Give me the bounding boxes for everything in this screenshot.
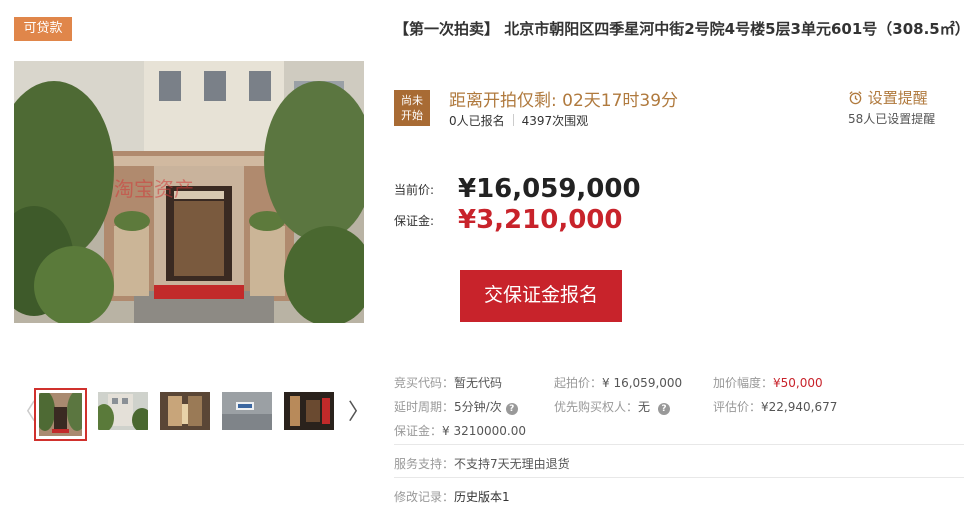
thumbnail-5[interactable] (284, 392, 334, 430)
service-support-value: 不支持7天无理由退货 (454, 457, 570, 471)
deposit-label: 保证金: (394, 213, 435, 228)
modification-history-label: 修改记录： (394, 490, 455, 504)
start-price-field: 起拍价：¥ 16,059,000 (554, 374, 682, 391)
history-version-link[interactable]: 历史版本1 (454, 490, 510, 504)
carousel-next-arrow-icon[interactable]: 〉 (348, 399, 370, 427)
deposit-row: 保证金: ¥3,210,000 (394, 205, 622, 235)
service-support-label: 服务支持： (394, 457, 455, 471)
assessed-price-value: ¥22,940,677 (761, 400, 838, 414)
thumbnail-3[interactable] (160, 392, 210, 430)
status-line-1: 尚未 (401, 94, 423, 107)
main-property-photo[interactable]: 淘宝资产 (14, 61, 364, 323)
countdown-timer: 距离开拍仅剩: 02天17时39分 (449, 91, 679, 111)
start-price-value: ¥ 16,059,000 (602, 376, 683, 390)
thumbnail-1[interactable] (34, 388, 87, 441)
assessed-price-field: 评估价：¥22,940,677 (713, 398, 837, 415)
deposit-detail-value: ¥ 3210000.00 (442, 424, 526, 438)
carousel-prev-arrow-icon[interactable]: 〈 (14, 399, 36, 427)
stats-divider (512, 114, 514, 126)
divider-1 (394, 444, 964, 445)
bid-code-field: 竞买代码：暂无代码 (394, 374, 502, 391)
view-count: 4397次围观 (521, 114, 589, 128)
priority-help-icon[interactable]: ? (658, 403, 671, 415)
alarm-clock-icon (848, 89, 868, 107)
bid-code-value: 暂无代码 (454, 376, 503, 390)
reminder-count: 58人已设置提醒 (848, 112, 936, 126)
current-price-value: ¥16,059,000 (458, 174, 641, 204)
modification-history-field: 修改记录：历史版本1 (394, 488, 510, 505)
increment-field: 加价幅度：¥50,000 (713, 374, 823, 391)
increment-value: ¥50,000 (773, 376, 823, 390)
divider-2 (394, 477, 964, 478)
pay-deposit-signup-button[interactable]: 交保证金报名 (460, 270, 622, 322)
auction-status-badge: 尚未 开始 (394, 90, 430, 126)
current-price-row: 当前价: ¥16,059,000 (394, 174, 641, 204)
delay-period-field: 延时周期：5分钟/次? (394, 398, 518, 415)
start-price-label: 起拍价： (554, 376, 603, 390)
bid-code-label: 竞买代码： (394, 376, 455, 390)
delay-help-icon[interactable]: ? (505, 403, 518, 415)
delay-period-label: 延时周期： (394, 400, 455, 414)
service-support-field: 服务支持：不支持7天无理由退货 (394, 455, 570, 472)
loan-available-badge: 可贷款 (14, 17, 72, 41)
set-reminder-label: 设置提醒 (867, 89, 928, 107)
increment-label: 加价幅度： (713, 376, 774, 390)
priority-buyer-value: 无 (638, 400, 651, 414)
thumbnail-4[interactable] (222, 392, 272, 430)
status-line-2: 开始 (401, 109, 423, 122)
thumbnail-carousel: 〈 〉 (14, 385, 370, 443)
thumbnail-2[interactable] (98, 392, 148, 430)
assessed-price-label: 评估价： (713, 400, 762, 414)
watermark-text: 淘宝资产 (114, 177, 194, 201)
auction-title: 【第一次拍卖】 北京市朝阳区四季星河中街2号院4号楼5层3单元601号（308.… (394, 20, 970, 38)
priority-buyer-label: 优先购买权人： (554, 400, 639, 414)
deposit-detail-field: 保证金：¥ 3210000.00 (394, 422, 526, 439)
deposit-value: ¥3,210,000 (458, 205, 623, 235)
deposit-detail-label: 保证金： (394, 424, 443, 438)
signup-count: 0人已报名 (449, 114, 505, 128)
auction-stats: 0人已报名 4397次围观 (449, 112, 588, 129)
current-price-label: 当前价: (394, 182, 435, 197)
priority-buyer-field: 优先购买权人：无? (554, 398, 671, 415)
delay-period-value: 5分钟/次 (454, 400, 502, 414)
set-reminder-button[interactable]: 设置提醒 (848, 87, 928, 108)
